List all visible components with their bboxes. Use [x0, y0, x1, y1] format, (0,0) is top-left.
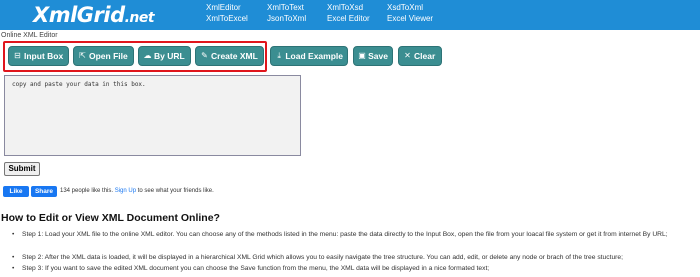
load-example-button[interactable]: ⤓ Load Example [270, 46, 348, 66]
facebook-like-button[interactable]: Like [3, 186, 29, 197]
howto-step-3: • Step 3: If you want to save the edited… [12, 265, 696, 274]
input-box-button[interactable]: ⊟ Input Box [8, 46, 69, 66]
nav-link-xmltoexcel[interactable]: XmlToExcel [206, 14, 248, 24]
create-xml-label: Create XML [211, 51, 258, 61]
like-count-text: 134 people like this. [60, 188, 114, 194]
input-box-icon: ⊟ [14, 51, 21, 60]
xml-input-textarea[interactable]: copy and paste your data in this box. [4, 75, 301, 156]
download-icon: ⤓ [277, 51, 281, 60]
like-label: Like [9, 188, 23, 195]
nav-link-excel-editor[interactable]: Excel Editor [327, 14, 370, 24]
cloud-icon: ☁ [143, 51, 152, 60]
nav-link-excel-viewer[interactable]: Excel Viewer [387, 14, 433, 24]
page-subtitle: Online XML Editor [1, 32, 58, 39]
nav-link-xsdtoxml[interactable]: XsdToXml [387, 3, 423, 13]
howto-heading: How to Edit or View XML Document Online? [1, 212, 220, 224]
bullet-icon: • [12, 231, 15, 238]
pencil-icon: ✎ [201, 51, 208, 60]
step-1-text: Step 1: Load your XML file to the online… [22, 231, 668, 238]
logo-suffix-text: .net [124, 10, 155, 26]
nav-link-xmleditor[interactable]: XmlEditor [206, 3, 241, 13]
step-3-text: Step 3: If you want to save the edited X… [22, 265, 490, 272]
close-icon: ✕ [404, 51, 411, 60]
load-example-label: Load Example [285, 51, 343, 61]
clear-label: Clear [414, 51, 436, 61]
signup-suffix-text: to see what your friends like. [137, 188, 214, 194]
howto-step-2: • Step 2: After the XML data is loaded, … [12, 254, 696, 263]
site-logo[interactable]: XmlGrid.net [33, 3, 155, 30]
input-box-label: Input Box [24, 51, 64, 61]
facebook-share-button[interactable]: Share [31, 186, 57, 197]
open-file-button[interactable]: ⇱ Open File [73, 46, 134, 66]
step-2-text: Step 2: After the XML data is loaded, it… [22, 254, 623, 261]
by-url-button[interactable]: ☁ By URL [138, 46, 191, 66]
bullet-icon: • [12, 265, 15, 272]
open-file-icon: ⇱ [79, 51, 86, 60]
create-xml-button[interactable]: ✎ Create XML [195, 46, 264, 66]
facebook-like-text: 134 people like this. Sign Up to see wha… [60, 187, 214, 196]
save-label: Save [368, 51, 388, 61]
open-file-label: Open File [89, 51, 128, 61]
nav-link-xmltotext[interactable]: XmlToText [267, 3, 304, 13]
save-icon: ▣ [358, 51, 366, 60]
top-header-bar: XmlGrid.net XmlEditor XmlToText XmlToXsd… [0, 0, 700, 30]
save-button[interactable]: ▣ Save [353, 46, 393, 66]
howto-step-1: • Step 1: Load your XML file to the onli… [12, 231, 696, 240]
nav-link-xmltoxsd[interactable]: XmlToXsd [327, 3, 363, 13]
clear-button[interactable]: ✕ Clear [398, 46, 442, 66]
submit-button[interactable]: Submit [4, 162, 40, 176]
nav-link-jsontoxml[interactable]: JsonToXml [267, 14, 306, 24]
logo-main-text: XmlGrid [33, 3, 125, 27]
signup-link[interactable]: Sign Up [115, 188, 136, 194]
bullet-icon: • [12, 254, 15, 261]
by-url-label: By URL [154, 51, 185, 61]
